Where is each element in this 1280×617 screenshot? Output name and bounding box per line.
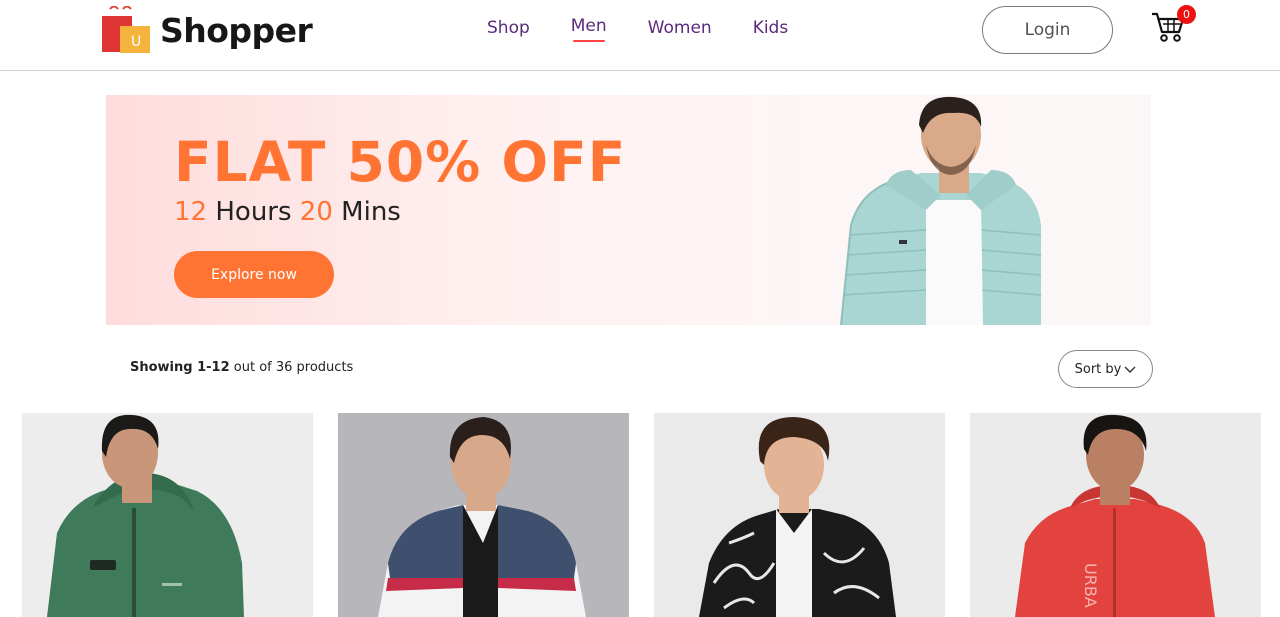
- countdown-hours: 12: [174, 197, 208, 227]
- hero-banner: FLAT 50% OFF 12 Hours 20 Mins Explore no…: [106, 95, 1151, 325]
- product-card[interactable]: URBA: [970, 413, 1261, 617]
- product-image: URBA: [970, 413, 1261, 617]
- sort-by-label: Sort by: [1074, 361, 1122, 377]
- product-card[interactable]: [654, 413, 945, 617]
- countdown-mins-label: Mins: [341, 197, 401, 227]
- svg-text:URBA: URBA: [1081, 563, 1100, 608]
- hero-model-image: [831, 95, 1071, 325]
- product-card[interactable]: [338, 413, 629, 617]
- countdown-hours-label: Hours: [215, 197, 292, 227]
- product-image: [338, 413, 629, 617]
- hero-title: FLAT 50% OFF: [174, 130, 627, 194]
- chevron-down-icon: [1124, 366, 1136, 373]
- brand-name: Shopper: [160, 10, 313, 50]
- nav-item-women[interactable]: Women: [648, 18, 712, 38]
- nav-item-kids[interactable]: Kids: [753, 18, 789, 38]
- sort-by-dropdown[interactable]: Sort by: [1058, 350, 1153, 388]
- logo-letter: U: [131, 34, 141, 50]
- nav-item-men[interactable]: Men: [570, 16, 607, 42]
- explore-now-button[interactable]: Explore now: [174, 251, 334, 298]
- brand-logo[interactable]: U Shopper: [100, 5, 313, 54]
- product-image: [654, 413, 945, 617]
- product-card[interactable]: [22, 413, 313, 617]
- showing-total: out of 36 products: [233, 360, 354, 375]
- login-button[interactable]: Login: [982, 6, 1113, 54]
- product-grid: URBA: [22, 413, 1262, 617]
- shopping-bag-icon: U: [100, 5, 152, 54]
- navbar: U Shopper Shop Men Women Kids Login 0: [0, 0, 1280, 71]
- hero-countdown: 12 Hours 20 Mins: [174, 197, 401, 227]
- nav-item-shop[interactable]: Shop: [487, 18, 530, 38]
- countdown-mins: 20: [299, 197, 333, 227]
- product-count-text: Showing 1-12 out of 36 products: [130, 360, 353, 375]
- nav-item-men-label: Men: [570, 16, 607, 36]
- showing-range: Showing 1-12: [130, 360, 230, 375]
- active-nav-underline: [572, 40, 605, 42]
- main-nav: Shop Men Women Kids: [487, 16, 829, 42]
- product-image: [22, 413, 313, 617]
- cart-count-badge: 0: [1177, 5, 1196, 24]
